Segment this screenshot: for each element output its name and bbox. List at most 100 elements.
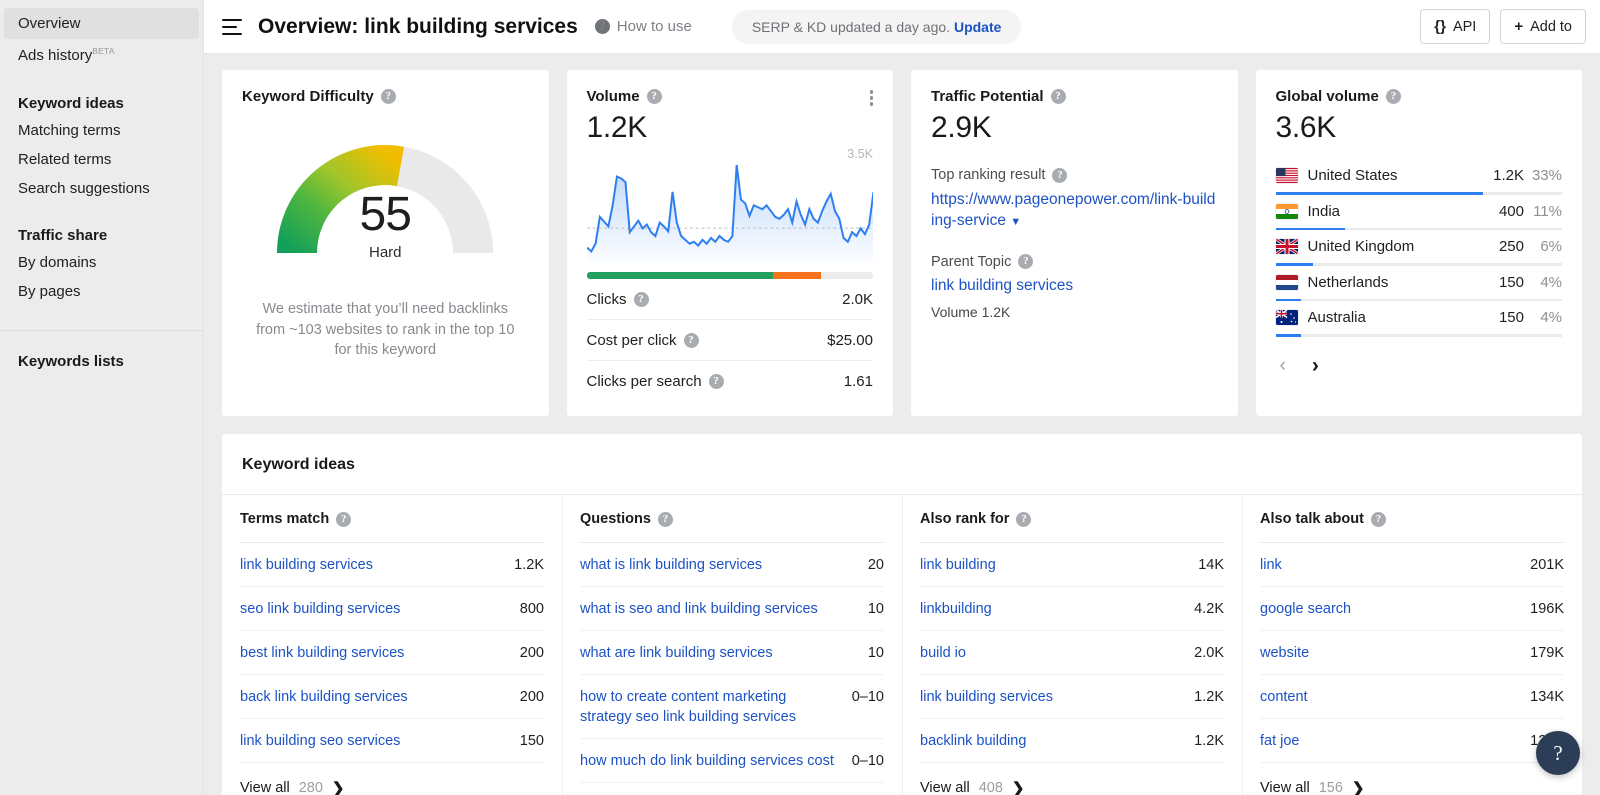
difficulty-gauge: 55 Hard [242, 113, 529, 263]
keyword-term-link[interactable]: how to create content marketing strategy… [580, 687, 838, 727]
keyword-row: content 134K [1260, 675, 1564, 719]
keyword-term-link[interactable]: fat joe [1260, 731, 1300, 751]
next-page-icon[interactable]: › [1312, 355, 1319, 376]
cpc-label-group: Cost per click ? [587, 332, 699, 349]
traffic-potential-title: Traffic Potential [931, 88, 1044, 105]
sidebar-item-matching-terms[interactable]: Matching terms [0, 116, 203, 145]
country-percent: 6% [1540, 238, 1562, 255]
country-breakdown-list: United States 1.2K 33% India 400 11% Uni… [1275, 159, 1562, 337]
info-icon[interactable]: ? [1016, 511, 1032, 527]
column-title: Terms match ? [240, 495, 544, 543]
keyword-volume: 10 [867, 645, 884, 661]
page-title: Overview: link building services [258, 14, 578, 38]
previous-page-icon[interactable]: ‹ [1280, 356, 1286, 375]
parent-topic-link[interactable]: link building services [931, 277, 1218, 295]
keyword-term-link[interactable]: website [1260, 643, 1309, 663]
keyword-difficulty-card: Keyword Difficulty ? 55 Hard We estimate… [222, 70, 549, 416]
country-row[interactable]: Netherlands 150 4% [1275, 266, 1562, 301]
sidebar-item-by-domains[interactable]: By domains [0, 248, 203, 277]
chevron-down-icon[interactable]: ▼ [1010, 215, 1021, 230]
country-row[interactable]: India 400 11% [1275, 195, 1562, 230]
keyword-term-link[interactable]: build io [920, 643, 966, 663]
info-icon[interactable]: ? [1385, 89, 1401, 104]
top-ranking-url-link[interactable]: https://www.pageonepower.com/link-buildi… [931, 190, 1218, 232]
info-icon[interactable]: ? [657, 511, 673, 527]
column-title: Questions ? [580, 495, 884, 543]
country-main: Netherlands 150 4% [1275, 273, 1562, 291]
keyword-term-link[interactable]: link building services [920, 687, 1053, 707]
update-link[interactable]: Update [954, 19, 1001, 35]
keyword-term-link[interactable]: google search [1260, 599, 1351, 619]
view-all-link[interactable]: View all 408 ❯ [920, 763, 1224, 795]
parent-topic-label-group: Parent Topic ? [931, 254, 1218, 270]
keyword-term-link[interactable]: link building [920, 555, 996, 575]
keyword-volume: 200 [519, 689, 544, 705]
keyword-volume: 2.0K [1194, 645, 1224, 661]
keyword-term-link[interactable]: how much do link building services cost [580, 751, 834, 771]
hamburger-menu-icon[interactable] [222, 18, 242, 35]
keyword-term-link[interactable]: what are link building services [580, 643, 773, 663]
keyword-term-link[interactable]: link building services [240, 555, 373, 575]
keyword-term-link[interactable]: best link building services [240, 643, 404, 663]
info-icon[interactable]: ? [708, 374, 724, 389]
keyword-term-link[interactable]: backlink building [920, 731, 1026, 751]
keyword-volume: 14K [1198, 557, 1224, 573]
add-to-button[interactable]: + Add to [1500, 9, 1586, 44]
how-to-use-label: How to use [616, 18, 692, 35]
keyword-term-link[interactable]: link building seo services [240, 731, 400, 751]
keyword-term-link[interactable]: back link building services [240, 687, 408, 707]
parent-topic-volume: Volume 1.2K [931, 303, 1011, 320]
view-all-link[interactable]: View all 280 ❯ [240, 763, 544, 795]
difficulty-label: Hard [368, 244, 402, 261]
info-icon[interactable]: ? [1050, 89, 1066, 104]
clicks-per-search-label: Clicks per search [586, 373, 702, 390]
sidebar-item-related-terms[interactable]: Related terms [0, 145, 203, 174]
sidebar-item-overview[interactable]: Overview [4, 8, 199, 39]
country-name: Netherlands [1307, 273, 1389, 291]
view-all-link[interactable]: View all 156 ❯ [1260, 763, 1564, 795]
info-icon[interactable]: ? [633, 292, 649, 307]
keyword-term-link[interactable]: content [1260, 687, 1308, 707]
country-percent: 11% [1533, 202, 1562, 220]
sidebar-item-ads-history[interactable]: Ads historyBETA [4, 39, 199, 71]
country-main: India 400 11% [1275, 202, 1562, 220]
api-button[interactable]: {} API [1420, 9, 1491, 44]
country-row[interactable]: United States 1.2K 33% [1275, 159, 1562, 195]
how-to-use-link[interactable]: ? How to use [594, 18, 692, 35]
add-to-label: Add to [1530, 18, 1572, 35]
global-volume-value: 3.6K [1275, 111, 1337, 144]
info-icon[interactable]: ? [646, 89, 662, 104]
country-row[interactable]: Australia 150 4% [1275, 301, 1562, 337]
keyword-term-link[interactable]: seo link building services [240, 599, 400, 619]
card-title: Keyword Difficulty ? [242, 88, 529, 105]
info-icon[interactable]: ? [1370, 511, 1386, 527]
more-options-icon[interactable] [868, 88, 876, 108]
info-icon[interactable]: ? [1052, 167, 1068, 183]
keyword-volume: 134K [1530, 689, 1564, 705]
keyword-volume: 800 [519, 601, 544, 617]
braces-icon: {} [1434, 18, 1446, 35]
keyword-term-link[interactable]: what is link building services [580, 555, 762, 575]
sidebar-item-search-suggestions[interactable]: Search suggestions [0, 174, 203, 203]
volume-title: Volume [586, 88, 640, 105]
keyword-row: link 201K [1260, 543, 1564, 587]
top-ranking-result-label-group: Top ranking result ? [931, 167, 1218, 183]
country-row[interactable]: United Kingdom 250 6% [1275, 230, 1562, 266]
info-icon[interactable]: ? [1018, 254, 1034, 270]
info-icon[interactable]: ? [380, 89, 396, 104]
card-title: Global volume ? [1276, 88, 1563, 105]
keyword-term-link[interactable]: what is seo and link building services [580, 599, 818, 619]
info-icon[interactable]: ? [336, 511, 352, 527]
flag-icon-nl [1275, 274, 1298, 290]
info-icon[interactable]: ? [683, 333, 699, 348]
serp-update-pill[interactable]: SERP & KD updated a day ago. Update [731, 9, 1022, 44]
keyword-term-link[interactable]: link [1260, 555, 1282, 575]
column-title-label: Also rank for [920, 511, 1010, 527]
traffic-potential-card: Traffic Potential ? 2.9K Top ranking res… [911, 70, 1238, 416]
app-root: Overview Ads historyBETA Keyword ideas M… [0, 0, 1600, 795]
help-button[interactable]: ? [1536, 731, 1580, 775]
sidebar-item-keywords-lists[interactable]: Keywords lists [0, 331, 203, 374]
clicks-per-search-value: 1.61 [843, 373, 873, 390]
keyword-term-link[interactable]: linkbuilding [920, 599, 992, 619]
sidebar-item-by-pages[interactable]: By pages [0, 277, 203, 306]
